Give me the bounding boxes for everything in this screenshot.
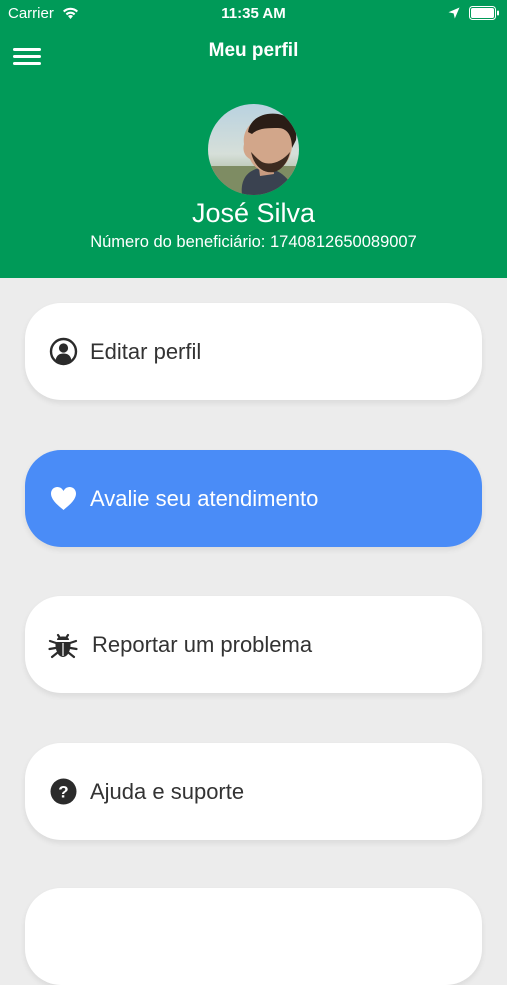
status-bar: Carrier 11:35 AM: [0, 0, 507, 28]
avatar[interactable]: [208, 104, 299, 195]
status-time: 11:35 AM: [221, 5, 286, 22]
page-title: Meu perfil: [208, 40, 299, 61]
rate-service-button[interactable]: Avalie seu atendimento: [25, 450, 482, 547]
report-problem-button[interactable]: Reportar um problema: [25, 596, 482, 693]
user-name: José Silva: [191, 198, 316, 228]
help-circle-icon: ?: [50, 778, 77, 805]
battery-icon: [469, 6, 499, 20]
help-support-button[interactable]: ? Ajuda e suporte: [25, 743, 482, 840]
edit-profile-label: Editar perfil: [90, 339, 202, 364]
next-menu-card[interactable]: [25, 888, 482, 985]
heart-icon: [51, 487, 76, 510]
location-arrow-icon: [448, 7, 460, 19]
avatar-photo: [208, 104, 299, 195]
rate-service-label: Avalie seu atendimento: [90, 486, 319, 511]
svg-text:?: ?: [58, 783, 68, 802]
user-circle-icon: [49, 337, 78, 366]
bug-icon: [48, 633, 78, 659]
profile-header: Carrier 11:35 AM Meu perfil José Silva N…: [0, 0, 507, 278]
report-problem-label: Reportar um problema: [92, 632, 313, 657]
beneficiary-number: Número do beneficiário: 1740812650089007: [90, 233, 417, 251]
edit-profile-button[interactable]: Editar perfil: [25, 303, 482, 400]
help-support-label: Ajuda e suporte: [90, 779, 245, 804]
